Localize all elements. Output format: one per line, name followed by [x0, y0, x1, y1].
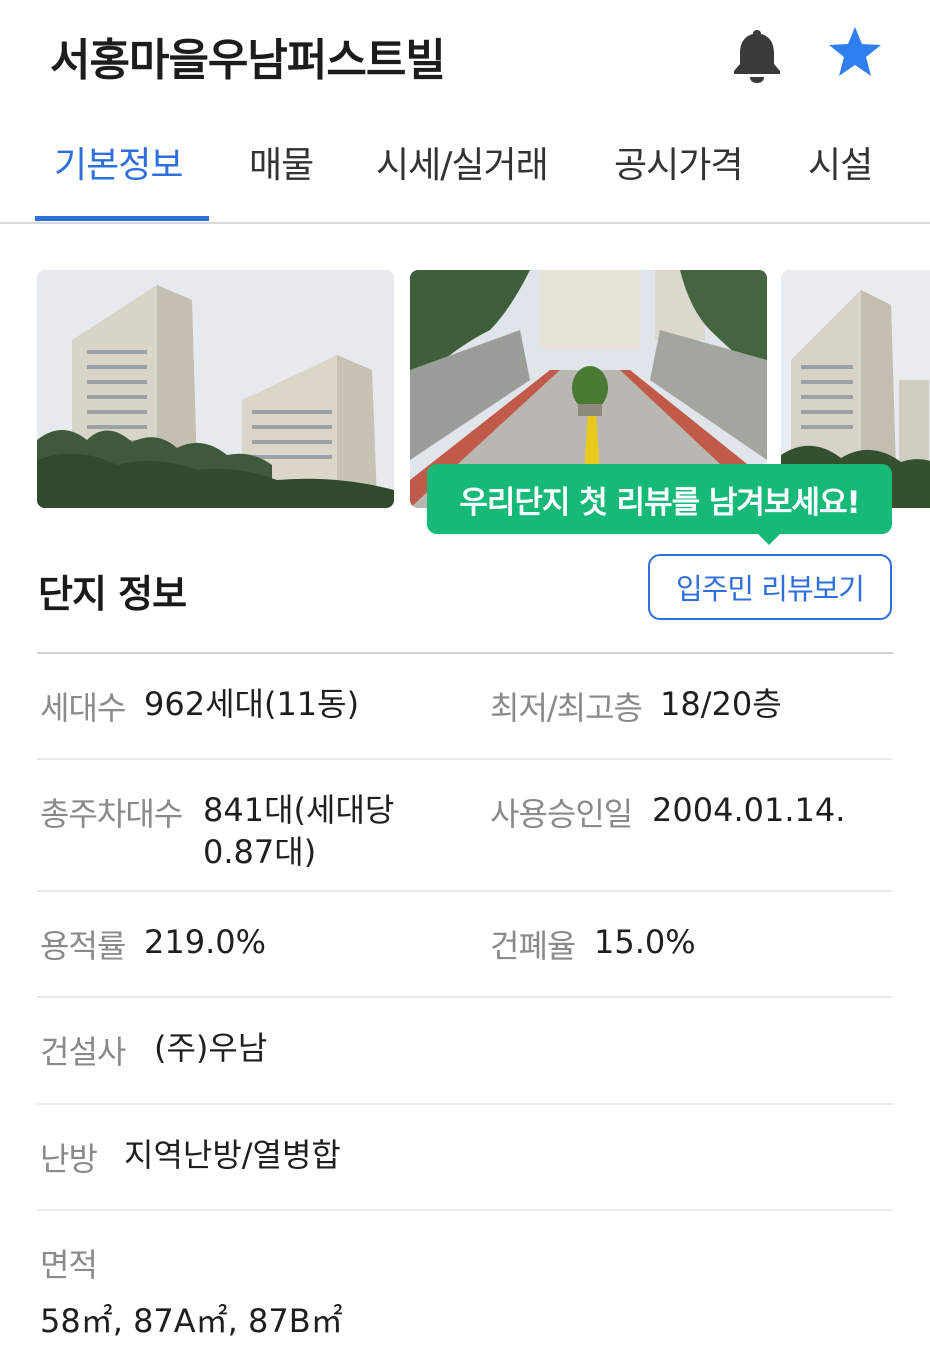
floor-area-ratio-label: 용적률: [40, 927, 126, 965]
section-divider: [37, 652, 893, 654]
area-label: 면적: [40, 1246, 98, 1284]
floor-area-ratio-value: 219.0%: [144, 923, 267, 961]
tab-listings[interactable]: 매물: [249, 136, 314, 188]
active-tab-indicator: [35, 216, 209, 221]
floors-value: 18/20층: [660, 685, 782, 723]
page-title: 서홍마을우남퍼스트빌: [50, 35, 446, 86]
parking-label: 총주차대수: [40, 795, 183, 833]
section-title-complex-info: 단지 정보: [38, 572, 187, 616]
app-header: 서홍마을우남퍼스트빌: [0, 0, 930, 110]
building-coverage-label: 건폐율: [490, 927, 576, 965]
parking-value-line1: 841대(세대당: [203, 791, 395, 829]
tab-bar: 기본정보 매물 시세/실거래 공시가격 시설: [0, 118, 930, 224]
row-divider: [37, 1103, 893, 1105]
parking-value-line2: 0.87대): [203, 833, 317, 871]
heating-label: 난방: [40, 1140, 98, 1178]
builder-label: 건설사: [40, 1033, 126, 1071]
tab-basic-info[interactable]: 기본정보: [54, 136, 183, 188]
households-label: 세대수: [40, 689, 126, 727]
resident-review-button[interactable]: 입주민 리뷰보기: [648, 554, 892, 620]
row-divider: [37, 758, 893, 760]
tab-price-transactions[interactable]: 시세/실거래: [376, 136, 549, 188]
tooltip-pointer: [758, 534, 780, 545]
complex-photo-1[interactable]: [37, 270, 394, 508]
area-value: 58㎡, 87A㎡, 87B㎡: [40, 1302, 343, 1340]
households-value: 962세대(11동): [144, 685, 360, 723]
floors-label: 최저/최고층: [490, 689, 643, 727]
heating-value: 지역난방/열병합: [124, 1136, 341, 1174]
row-divider: [37, 1209, 893, 1211]
tab-official-price[interactable]: 공시가격: [614, 136, 743, 188]
builder-value: (주)우남: [154, 1029, 268, 1067]
review-prompt-tooltip[interactable]: 우리단지 첫 리뷰를 남겨보세요!: [427, 464, 892, 534]
star-icon[interactable]: [826, 24, 884, 82]
row-divider: [37, 996, 893, 998]
tab-facilities[interactable]: 시설: [808, 136, 873, 188]
row-divider: [37, 890, 893, 892]
bell-icon[interactable]: [730, 26, 784, 84]
approval-date-value: 2004.01.14.: [652, 791, 846, 829]
building-coverage-value: 15.0%: [594, 923, 696, 961]
approval-date-label: 사용승인일: [490, 795, 633, 833]
